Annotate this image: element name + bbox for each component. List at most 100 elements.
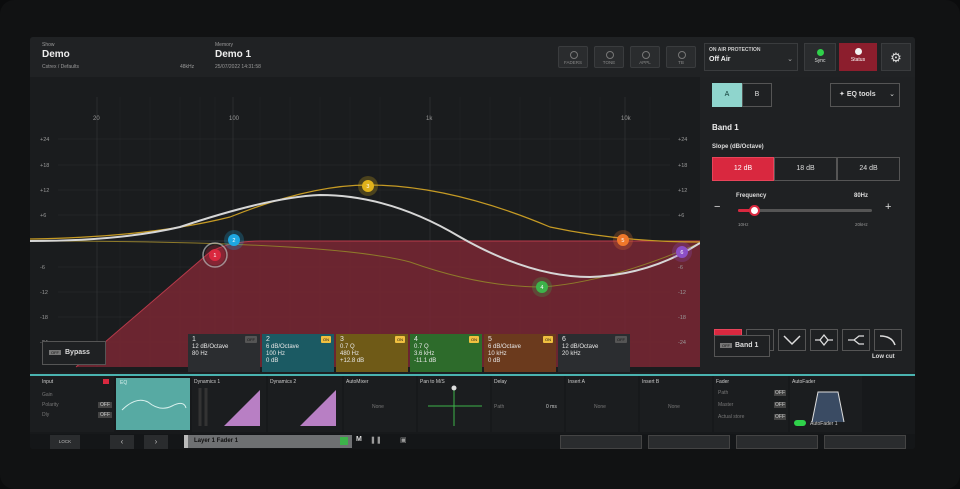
softkey-1[interactable]: [560, 435, 642, 449]
next-icon[interactable]: ›: [144, 435, 168, 449]
prev-icon[interactable]: ‹: [110, 435, 134, 449]
slope-18db-button[interactable]: 18 dB: [774, 157, 837, 181]
talkback-button[interactable]: TB: [666, 46, 696, 68]
softkey-4[interactable]: [824, 435, 906, 449]
db-tick-right: +18: [678, 163, 687, 169]
high-cut-shape-button[interactable]: [874, 329, 902, 351]
eq-graph[interactable]: 20 100 1k 10k +24 +18 +12 +6 -6 -12 -18 -24 +24 +18 +1…: [30, 77, 700, 372]
plus-icon[interactable]: +: [885, 201, 891, 213]
delay-section[interactable]: Delay Path 0 ms: [492, 376, 564, 432]
band-card-4[interactable]: 4 ON 0.7 Q 3.6 kHz -11.1 dB: [410, 334, 482, 372]
bypass-button[interactable]: OFF Bypass: [42, 341, 106, 365]
band-card-3[interactable]: 3 ON 0.7 Q 480 Hz +12.8 dB: [336, 334, 408, 372]
pan-section[interactable]: Pan to M/S: [418, 376, 490, 432]
eq-thumbnail-curve: [121, 399, 187, 411]
band-card-6[interactable]: 6 OFF 12 dB/Octave 20 kHz: [558, 334, 630, 372]
frequency-slider[interactable]: [738, 205, 872, 216]
fader-label: Fader: [716, 379, 730, 385]
slope-24db-button[interactable]: 24 dB: [837, 157, 900, 181]
slope-12db-button[interactable]: 12 dB: [712, 157, 774, 181]
band-card-1[interactable]: 1 OFF 12 dB/Octave 80 Hz: [188, 334, 260, 372]
band-node-label: 6: [680, 250, 683, 256]
insert-b-section[interactable]: Insert B None: [640, 376, 712, 432]
mute-button[interactable]: M: [356, 436, 362, 443]
eq-graph-canvas[interactable]: 20 100 1k 10k +24 +18 +12 +6 -6 -12 -18 -24 +24 +18 +1…: [30, 77, 700, 372]
faders-button[interactable]: FADERS: [558, 46, 588, 68]
band-card-5[interactable]: 5 ON 6 dB/Octave 10 kHz 0 dB: [484, 334, 556, 372]
eq-thumbnail[interactable]: EQ: [116, 378, 190, 430]
automixer-section[interactable]: AutoMixer None: [344, 376, 416, 432]
oap-value: Off Air: [709, 56, 731, 63]
dynamics2-section[interactable]: Dynamics 2: [268, 376, 342, 432]
band-state: ON: [395, 336, 405, 343]
softkey-2[interactable]: [648, 435, 730, 449]
frequency-min: 10Hz: [738, 222, 749, 227]
band-title: Band 1: [712, 123, 739, 132]
band-line2: 10 kHz: [488, 351, 507, 357]
band-enable-state: OFF: [720, 343, 732, 348]
ab-button-b[interactable]: B: [742, 83, 772, 107]
dynamics1-section[interactable]: Dynamics 1: [192, 376, 266, 432]
input-row-polarity: Polarity: [42, 402, 59, 408]
db-tick-left: -12: [40, 290, 48, 296]
on-air-protection-select[interactable]: ON AIR PROTECTION Off Air ⌄: [704, 43, 798, 71]
lock-icon[interactable]: ▣: [400, 436, 407, 444]
lock-button[interactable]: LOCK: [50, 435, 80, 449]
layer-fader-selector[interactable]: Layer 1 Fader 1: [184, 435, 352, 448]
minus-icon[interactable]: −: [714, 201, 720, 213]
autofader-section[interactable]: AutoFader AutoFader 1: [790, 376, 862, 432]
lower-control-row: LOCK ‹ › Layer 1 Fader 1 M ❚❚ ▣: [30, 434, 915, 449]
pause-icon[interactable]: ❚❚: [370, 436, 382, 444]
insert-a-section[interactable]: Insert A None: [566, 376, 638, 432]
frequency-max: 20kHz: [855, 222, 868, 227]
polarity-state[interactable]: OFF: [98, 402, 112, 408]
band-line2: 80 Hz: [192, 351, 208, 357]
high-shelf-shape-button[interactable]: [842, 329, 870, 351]
delay-label: Delay: [494, 379, 507, 385]
insert-b-label: Insert B: [642, 379, 660, 385]
fader-path-state[interactable]: OFF: [774, 390, 786, 396]
band-enable-button[interactable]: OFF Band 1: [714, 335, 770, 357]
notch-shape-button[interactable]: [778, 329, 806, 351]
bell-icon: [815, 333, 833, 347]
eq-tools-button[interactable]: ✦ EQ tools ⌄: [830, 83, 900, 107]
fader-actual-state[interactable]: OFF: [774, 414, 786, 420]
memory-date: 25/07/2022 14:31:58: [215, 64, 261, 70]
shape-label: Low cut: [872, 354, 895, 360]
band-line3: +12.8 dB: [340, 358, 365, 364]
fader-row-actual: Actual store: [718, 414, 745, 420]
ab-button-a[interactable]: A: [712, 83, 742, 107]
band-line1: 0.7 Q: [414, 344, 429, 350]
frequency-value: 80Hz: [854, 193, 869, 199]
tone-button[interactable]: TONE: [594, 46, 624, 68]
db-tick-right: -18: [678, 315, 686, 321]
db-tick-left: -18: [40, 315, 48, 321]
band-state: ON: [543, 336, 553, 343]
softkey-3[interactable]: [736, 435, 818, 449]
band-card-2[interactable]: 2 ON 6 dB/Octave 100 Hz 0 dB: [262, 334, 334, 372]
db-tick-right: -12: [678, 290, 686, 296]
sync-button[interactable]: Sync: [804, 43, 836, 71]
dly-state[interactable]: OFF: [98, 412, 112, 418]
band-line1: 12 dB/Octave: [562, 344, 599, 350]
band-line3: -11.1 dB: [414, 358, 437, 364]
appl-icon: [642, 51, 650, 59]
band-line2: 100 Hz: [266, 351, 286, 357]
status-button[interactable]: Status: [839, 43, 877, 71]
band-line3: 0 dB: [488, 358, 501, 364]
frequency-slider-knob[interactable]: [749, 205, 761, 216]
fader-section[interactable]: Fader Path Master Actual store OFF OFF O…: [714, 376, 788, 432]
autofader-toggle[interactable]: [794, 420, 806, 426]
band-number: 6: [562, 336, 566, 343]
input-label: Input: [42, 379, 54, 385]
appl-button[interactable]: APPL: [630, 46, 660, 68]
wrench-icon: ✦: [839, 91, 845, 98]
input-section[interactable]: Input Gain Polarity Dly OFF OFF: [30, 376, 114, 432]
gear-icon[interactable]: ⚙: [881, 43, 911, 71]
memory-label: Memory: [215, 42, 234, 48]
fader-master-state[interactable]: OFF: [774, 402, 786, 408]
memory-name[interactable]: Demo 1: [215, 49, 251, 60]
high-cut-icon: [879, 335, 896, 346]
show-name[interactable]: Demo: [42, 49, 70, 60]
bell-shape-button[interactable]: [810, 329, 838, 351]
